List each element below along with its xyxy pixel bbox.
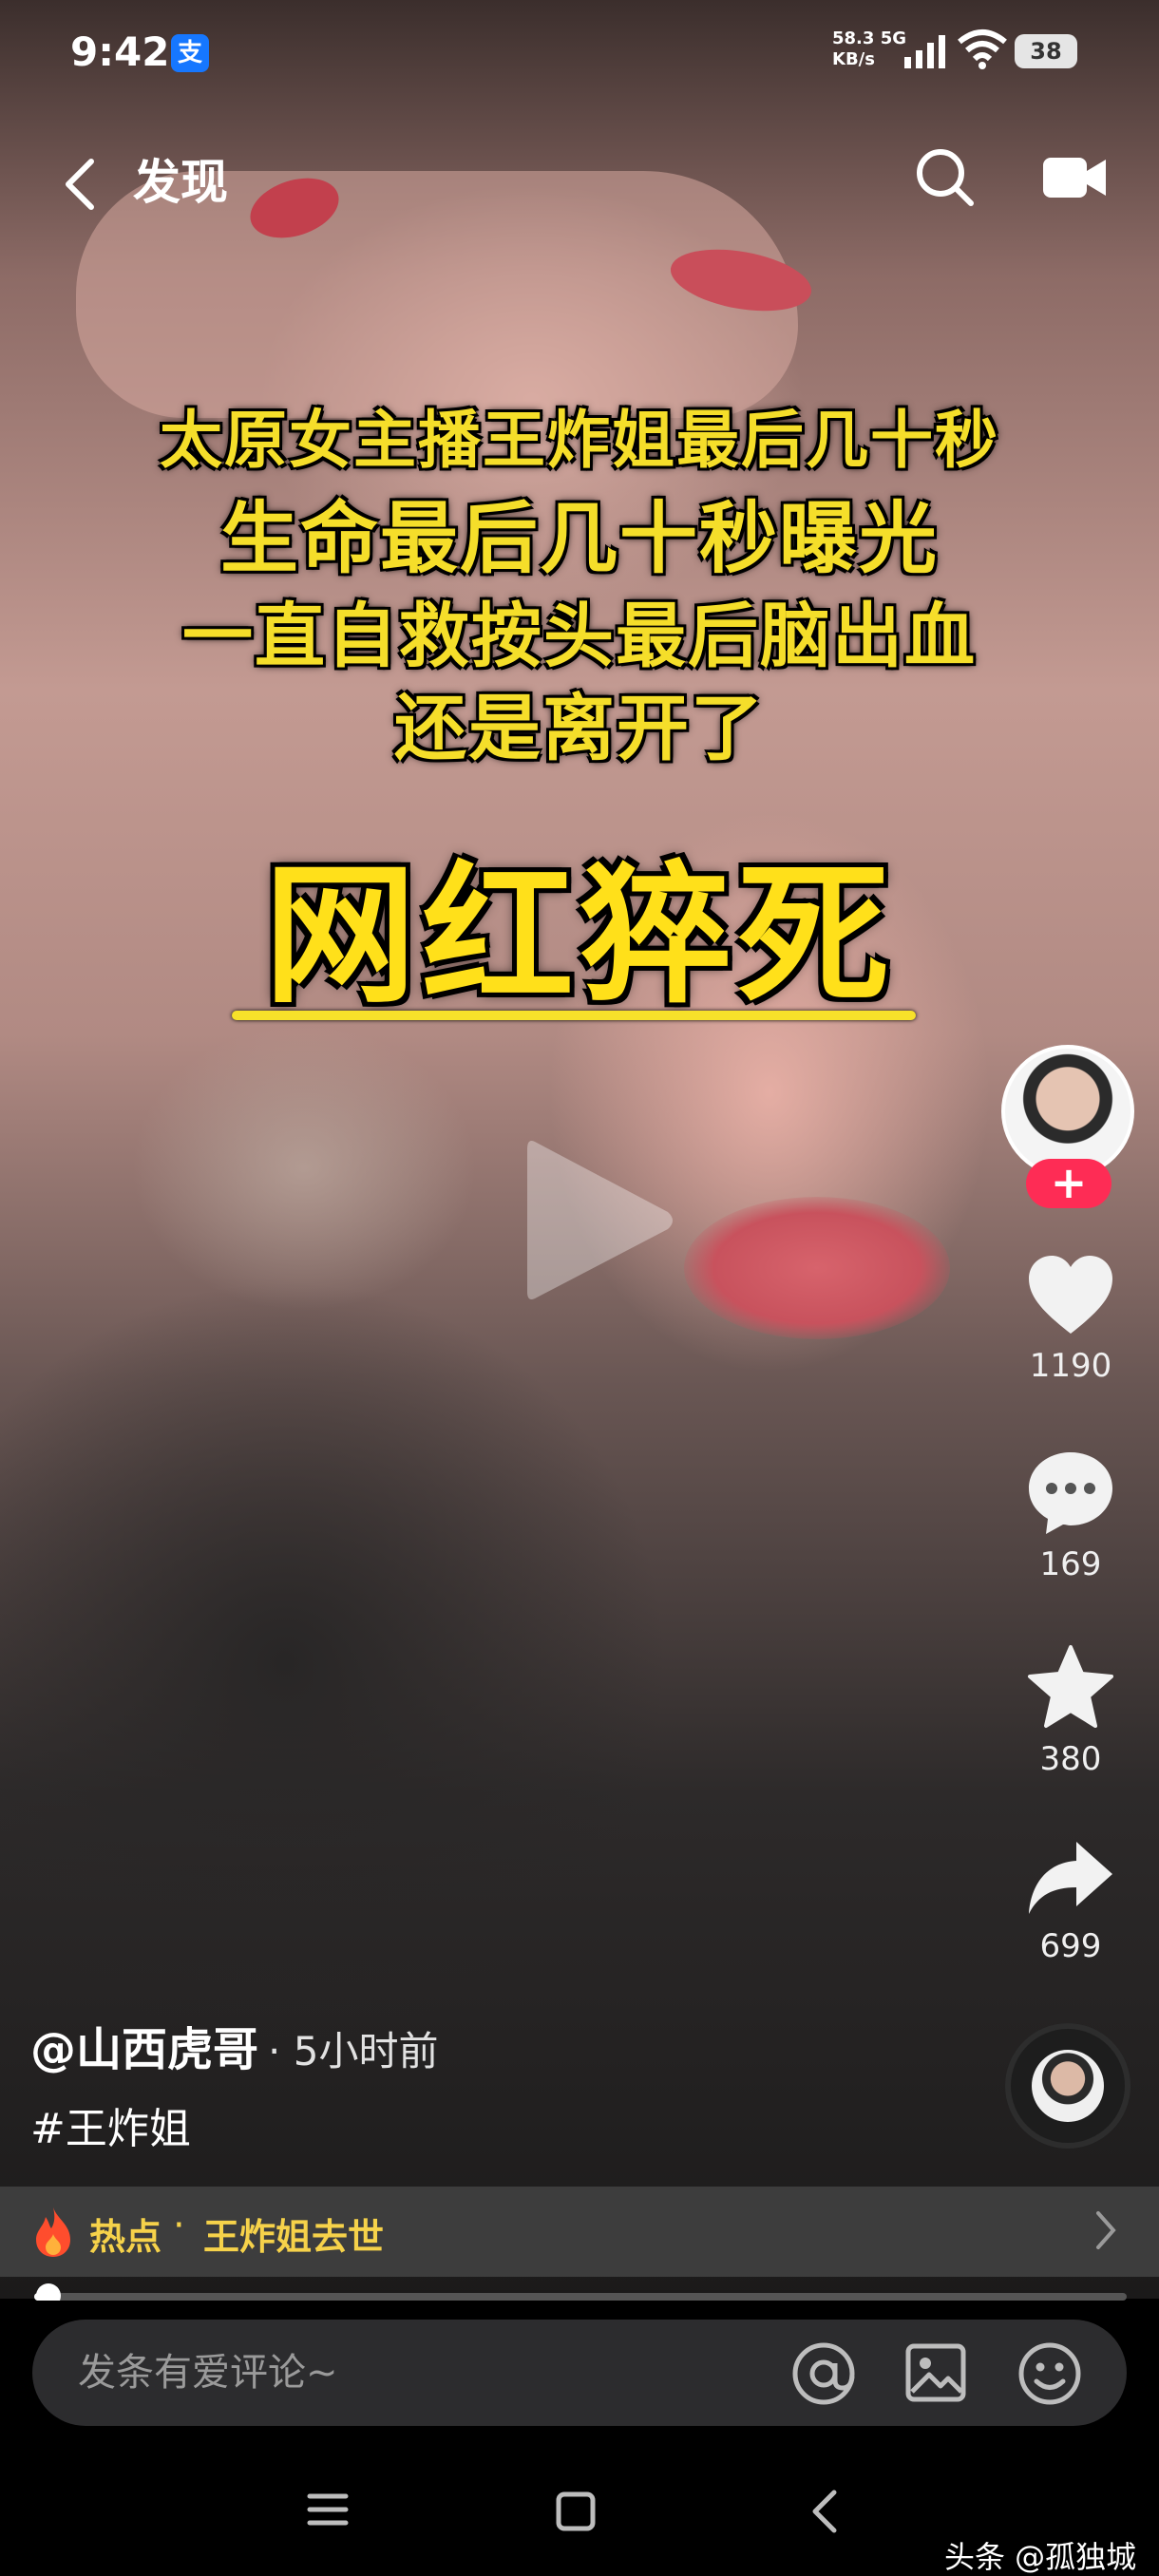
network-speed: 58.3 5G KB/s [832,28,906,70]
screen: 9:42 支 58.3 5G KB/s 38 发现 太原女主播王炸姐最后几十秒 … [0,0,1159,2576]
page-title: 发现 [133,155,228,210]
hot-topic-bar[interactable]: 热点 · 王炸姐去世 [0,2187,1159,2277]
comment-icon [1029,1452,1112,1534]
like-button[interactable]: 1190 [998,1254,1144,1385]
play-icon[interactable] [518,1130,679,1311]
hot-label: 热点 [89,2216,162,2258]
favorite-count: 380 [1039,1740,1102,1778]
lips-shape [684,1197,950,1339]
share-icon [1029,1842,1112,1914]
home-icon[interactable] [555,2491,597,2532]
alipay-notification-icon: 支 [171,34,209,72]
favorite-button[interactable]: 380 [998,1643,1144,1778]
network-speed-value: 58.3 [832,28,875,48]
like-count: 1190 [1029,1347,1112,1385]
wifi-icon [958,29,1007,69]
heart-icon [1029,1256,1112,1334]
share-count: 699 [1039,1927,1102,1965]
comment-count: 169 [1039,1545,1102,1583]
post-time: · 5小时前 [268,2028,439,2074]
overlay-line-1: 太原女主播王炸姐最后几十秒 [160,403,999,477]
fire-icon [36,2207,70,2257]
author-name[interactable]: @山西虎哥 [30,2023,258,2076]
menu-icon[interactable] [306,2491,350,2529]
overlay-line-2: 生命最后几十秒曝光 [219,493,939,584]
hashtag-link[interactable]: #王炸姐 [30,2094,191,2155]
overlay-headline: 网红猝死 [263,845,895,1024]
search-icon[interactable] [914,146,977,209]
signal-icon [904,35,945,68]
status-time: 9:42 [70,28,170,75]
image-icon[interactable] [904,2342,967,2403]
watermark: 头条 @孤独城 [944,2539,1137,2575]
chevron-right-icon [1096,2211,1116,2249]
music-disc[interactable] [1005,2023,1130,2149]
share-button[interactable]: 699 [998,1838,1144,1965]
sys-back-icon[interactable] [809,2489,840,2534]
at-icon[interactable] [790,2340,857,2407]
headline-underline [232,1011,916,1020]
comment-bar [0,2301,1159,2443]
overlay-line-4: 还是离开了 [394,686,765,770]
star-icon [1028,1645,1113,1728]
battery-indicator: 38 [1015,34,1077,68]
video-progress-bar[interactable] [34,2283,1127,2308]
overlay-line-3: 一直自救按头最后脑出血 [182,596,977,677]
follow-button[interactable]: + [1026,1159,1112,1208]
back-icon[interactable] [61,158,99,211]
top-nav: 发现 [0,133,1159,228]
author-row: @山西虎哥 · 5小时前 [30,2012,438,2078]
camera-icon[interactable] [1041,154,1108,201]
hot-separator: · [173,2204,185,2247]
comment-button[interactable]: 169 [998,1449,1144,1583]
network-speed-unit: KB/s [832,49,875,69]
status-bar: 9:42 支 58.3 5G KB/s 38 [0,0,1159,104]
emoji-icon[interactable] [1016,2340,1083,2407]
music-disc-cover [1032,2050,1104,2122]
hot-topic-title: 王炸姐去世 [203,2216,385,2258]
